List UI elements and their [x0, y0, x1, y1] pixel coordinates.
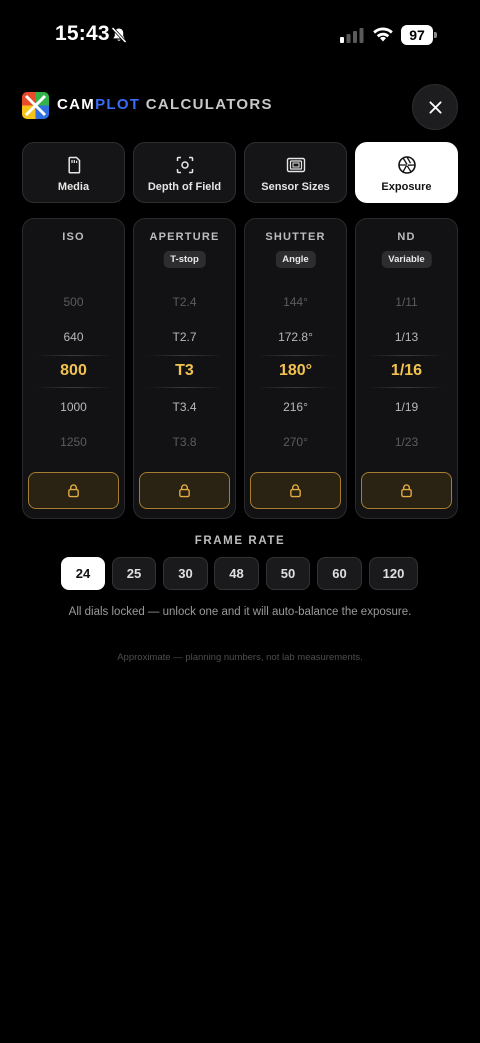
- nd-value-prev2[interactable]: 1/11: [356, 295, 457, 309]
- aperture-value-next1[interactable]: T3.4: [134, 400, 235, 414]
- sensor-icon: [286, 157, 305, 173]
- iso-value-next1[interactable]: 1000: [23, 400, 124, 414]
- close-icon: [428, 100, 442, 114]
- aperture-value-prev1[interactable]: T2.7: [134, 330, 235, 344]
- tab-exposure-label: Exposure: [381, 181, 432, 193]
- brand-title: CAMPLOT CALCULATORS: [57, 96, 273, 113]
- lock-icon: [179, 484, 190, 498]
- aperture-dial[interactable]: APERTURE T-stop T2.4 T2.7 T3 T3.4 T3.8: [133, 218, 236, 519]
- iso-value-prev1[interactable]: 640: [23, 330, 124, 344]
- disclaimer-footnote: Approximate — planning numbers, not lab …: [117, 652, 363, 663]
- bell-slash-icon: [110, 26, 128, 44]
- nd-value-selected[interactable]: 1/16: [356, 362, 457, 380]
- nd-dial-title: ND: [397, 231, 416, 243]
- shutter-dial-title: SHUTTER: [265, 231, 326, 243]
- battery-level: 97: [401, 25, 433, 45]
- frame-rate-option[interactable]: 120: [369, 557, 418, 590]
- tab-media-label: Media: [57, 181, 90, 193]
- close-button[interactable]: [412, 84, 458, 130]
- frame-rate-title: FRAME RATE: [194, 535, 286, 547]
- shutter-lock-button[interactable]: [250, 472, 341, 509]
- shutter-value-next2[interactable]: 270°: [245, 435, 346, 449]
- frame-rate-option[interactable]: 50: [266, 557, 310, 590]
- iso-value-prev2[interactable]: 500: [23, 295, 124, 309]
- nd-value-prev1[interactable]: 1/13: [356, 330, 457, 344]
- frame-rate-option[interactable]: 25: [112, 557, 156, 590]
- camplot-logo: [22, 92, 49, 119]
- shutter-value-next1[interactable]: 216°: [245, 400, 346, 414]
- frame-rate-option[interactable]: 48: [214, 557, 259, 590]
- frame-rate-option[interactable]: 60: [317, 557, 362, 590]
- shutter-value-selected[interactable]: 180°: [245, 362, 346, 380]
- aperture-lock-button[interactable]: [139, 472, 230, 509]
- wifi-icon: [372, 25, 394, 43]
- exposure-dials: ISO 500 640 800 1000 1250 APERTURE T-sto…: [22, 218, 459, 519]
- aperture-dial-title: APERTURE: [149, 231, 220, 243]
- shutter-dial[interactable]: SHUTTER Angle 144° 172.8° 180° 216° 270°: [244, 218, 347, 519]
- tab-depth-of-field-label: Depth of Field: [147, 181, 222, 193]
- lock-icon: [401, 484, 412, 498]
- shutter-value-prev1[interactable]: 172.8°: [245, 330, 346, 344]
- focus-icon: [176, 156, 193, 174]
- frame-rate-option[interactable]: 24: [61, 557, 105, 590]
- tab-sensor-sizes-label: Sensor Sizes: [261, 181, 330, 193]
- status-bar: 15:43 97: [0, 0, 480, 70]
- nd-value-next2[interactable]: 1/23: [356, 435, 457, 449]
- tab-media[interactable]: Media: [22, 142, 125, 203]
- nd-dial[interactable]: ND Variable 1/11 1/13 1/16 1/19 1/23: [355, 218, 458, 519]
- tab-sensor-sizes[interactable]: Sensor Sizes: [244, 142, 347, 203]
- status-time: 15:43: [55, 22, 110, 45]
- aperture-value-next2[interactable]: T3.8: [134, 435, 235, 449]
- app-header: CAMPLOT CALCULATORS: [22, 84, 458, 130]
- iso-lock-button[interactable]: [28, 472, 119, 509]
- shutter-value-prev2[interactable]: 144°: [245, 295, 346, 309]
- shutter-mode-chip[interactable]: Angle: [275, 251, 316, 268]
- iso-value-selected[interactable]: 800: [23, 362, 124, 380]
- iso-dial[interactable]: ISO 500 640 800 1000 1250: [22, 218, 125, 519]
- iso-dial-title: ISO: [62, 231, 85, 243]
- battery-indicator: 97: [401, 25, 437, 45]
- frame-rate-option[interactable]: 30: [163, 557, 208, 590]
- aperture-value-prev2[interactable]: T2.4: [134, 295, 235, 309]
- aperture-mode-chip[interactable]: T-stop: [163, 251, 206, 268]
- lock-status-note: All dials locked — unlock one and it wil…: [68, 606, 412, 618]
- lock-icon: [290, 484, 301, 498]
- nd-lock-button[interactable]: [361, 472, 452, 509]
- tab-exposure[interactable]: Exposure: [355, 142, 458, 203]
- lock-icon: [68, 484, 79, 498]
- iso-value-next2[interactable]: 1250: [23, 435, 124, 449]
- aperture-value-selected[interactable]: T3: [134, 362, 235, 380]
- nd-value-next1[interactable]: 1/19: [356, 400, 457, 414]
- memory-card-icon: [67, 156, 80, 174]
- tab-depth-of-field[interactable]: Depth of Field: [133, 142, 236, 203]
- cellular-signal-icon: [340, 27, 364, 43]
- calculator-tabs: Media Depth of Field Sensor Sizes Exposu…: [22, 142, 459, 203]
- aperture-icon: [397, 156, 416, 174]
- nd-mode-chip[interactable]: Variable: [381, 251, 432, 268]
